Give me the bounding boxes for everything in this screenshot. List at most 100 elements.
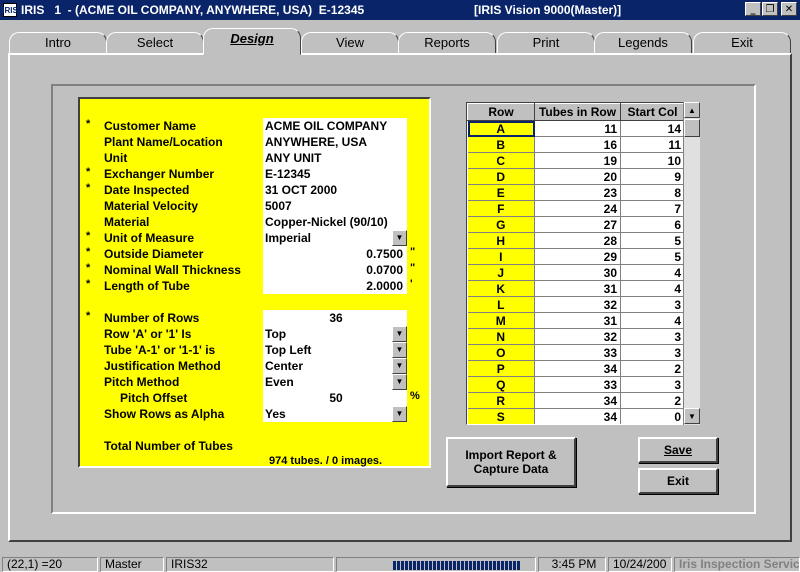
field-value[interactable]: Yes ▼ bbox=[263, 406, 407, 422]
close-button[interactable]: ✕ bbox=[781, 2, 797, 16]
grid-cell[interactable]: 23 bbox=[534, 184, 621, 201]
field-value[interactable]: Center ▼ bbox=[263, 358, 407, 374]
dropdown-arrow-icon[interactable]: ▼ bbox=[392, 326, 407, 342]
exit-button[interactable]: Exit bbox=[638, 468, 718, 494]
row-label-cell[interactable]: G bbox=[467, 216, 535, 233]
save-button[interactable]: Save bbox=[638, 437, 718, 463]
grid-cell[interactable]: 5 bbox=[620, 248, 685, 265]
grid-header[interactable]: Start Col bbox=[620, 103, 685, 121]
grid-cell[interactable]: 34 bbox=[534, 408, 621, 424]
field-value[interactable]: 31 OCT 2000 bbox=[263, 182, 407, 198]
field-value[interactable]: Top ▼ bbox=[263, 326, 407, 342]
row-label-cell[interactable]: N bbox=[467, 328, 535, 345]
grid-cell[interactable]: 7 bbox=[620, 200, 685, 217]
field-value[interactable]: 0.0700 bbox=[263, 262, 407, 278]
field-value[interactable]: Even ▼ bbox=[263, 374, 407, 390]
table-row[interactable]: L 32 3 bbox=[467, 296, 685, 313]
table-row[interactable]: K 31 4 bbox=[467, 280, 685, 297]
grid-cell[interactable]: 3 bbox=[620, 296, 685, 313]
import-report-button[interactable]: Import Report & Capture Data bbox=[446, 437, 576, 487]
row-label-cell[interactable]: O bbox=[467, 344, 535, 361]
app-icon[interactable]: IRIS bbox=[2, 3, 18, 17]
tab-select[interactable]: Select bbox=[106, 32, 204, 54]
grid-header[interactable]: Row bbox=[467, 103, 535, 121]
field-value[interactable]: 36 bbox=[263, 310, 407, 326]
dropdown-arrow-icon[interactable]: ▼ bbox=[392, 342, 407, 358]
grid-cell[interactable]: 31 bbox=[534, 280, 621, 297]
tab-reports[interactable]: Reports bbox=[398, 32, 496, 54]
tab-design[interactable]: Design bbox=[203, 28, 301, 55]
grid-cell[interactable]: 4 bbox=[620, 264, 685, 281]
dropdown-arrow-icon[interactable]: ▼ bbox=[392, 374, 407, 390]
row-label-cell[interactable]: J bbox=[467, 264, 535, 281]
grid-cell[interactable]: 24 bbox=[534, 200, 621, 217]
grid-cell[interactable]: 2 bbox=[620, 392, 685, 409]
row-label-cell[interactable]: C bbox=[467, 152, 535, 169]
table-row[interactable]: E 23 8 bbox=[467, 184, 685, 201]
field-value[interactable]: 5007 bbox=[263, 198, 407, 214]
table-row[interactable]: M 31 4 bbox=[467, 312, 685, 329]
grid-cell[interactable]: 32 bbox=[534, 296, 621, 313]
grid-cell[interactable]: 32 bbox=[534, 328, 621, 345]
dropdown-arrow-icon[interactable]: ▼ bbox=[392, 406, 407, 422]
table-row[interactable]: R 34 2 bbox=[467, 392, 685, 409]
grid-cell[interactable]: 28 bbox=[534, 232, 621, 249]
row-label-cell[interactable]: R bbox=[467, 392, 535, 409]
field-value[interactable]: ANY UNIT bbox=[263, 150, 407, 166]
row-label-cell[interactable]: E bbox=[467, 184, 535, 201]
grid-cell[interactable]: 34 bbox=[534, 392, 621, 409]
grid-cell[interactable]: 29 bbox=[534, 248, 621, 265]
tube-rows-grid[interactable]: Row Tubes in Row Start Col A 11 14 B 16 11 C 19 10 D… bbox=[466, 102, 700, 425]
grid-cell[interactable]: 11 bbox=[534, 120, 621, 137]
row-label-cell[interactable]: F bbox=[467, 200, 535, 217]
field-value[interactable]: Imperial ▼ bbox=[263, 230, 407, 246]
table-row[interactable]: J 30 4 bbox=[467, 264, 685, 281]
minimize-button[interactable]: _ bbox=[745, 2, 761, 16]
grid-cell[interactable]: 34 bbox=[534, 360, 621, 377]
table-row[interactable]: N 32 3 bbox=[467, 328, 685, 345]
table-row[interactable]: B 16 11 bbox=[467, 136, 685, 153]
row-label-cell[interactable]: P bbox=[467, 360, 535, 377]
field-value[interactable]: 50 bbox=[263, 390, 407, 406]
row-label-cell[interactable]: M bbox=[467, 312, 535, 329]
grid-cell[interactable]: 0 bbox=[620, 408, 685, 424]
table-row[interactable]: P 34 2 bbox=[467, 360, 685, 377]
scroll-down-arrow-icon[interactable]: ▼ bbox=[684, 408, 700, 424]
grid-cell[interactable]: 19 bbox=[534, 152, 621, 169]
grid-cell[interactable]: 31 bbox=[534, 312, 621, 329]
field-value[interactable]: ACME OIL COMPANY bbox=[263, 118, 407, 134]
table-row[interactable]: H 28 5 bbox=[467, 232, 685, 249]
grid-cell[interactable]: 8 bbox=[620, 184, 685, 201]
grid-cell[interactable]: 4 bbox=[620, 280, 685, 297]
tab-intro[interactable]: Intro bbox=[9, 32, 107, 54]
grid-cell[interactable]: 5 bbox=[620, 232, 685, 249]
table-row[interactable]: G 27 6 bbox=[467, 216, 685, 233]
table-row[interactable]: S 34 0 bbox=[467, 408, 685, 424]
grid-cell[interactable]: 3 bbox=[620, 344, 685, 361]
dropdown-arrow-icon[interactable]: ▼ bbox=[392, 358, 407, 374]
tab-view[interactable]: View bbox=[301, 32, 399, 54]
row-label-cell[interactable]: S bbox=[467, 408, 535, 424]
table-row[interactable]: O 33 3 bbox=[467, 344, 685, 361]
table-row[interactable]: D 20 9 bbox=[467, 168, 685, 185]
grid-cell[interactable]: 33 bbox=[534, 344, 621, 361]
table-row[interactable]: F 24 7 bbox=[467, 200, 685, 217]
row-label-cell[interactable]: B bbox=[467, 136, 535, 153]
grid-scrollbar[interactable]: ▲ ▼ bbox=[683, 102, 700, 425]
table-row[interactable]: C 19 10 bbox=[467, 152, 685, 169]
grid-cell[interactable]: 6 bbox=[620, 216, 685, 233]
grid-cell[interactable]: 20 bbox=[534, 168, 621, 185]
field-value[interactable]: Top Left ▼ bbox=[263, 342, 407, 358]
row-label-cell[interactable]: K bbox=[467, 280, 535, 297]
row-label-cell[interactable]: Q bbox=[467, 376, 535, 393]
grid-cell[interactable]: 11 bbox=[620, 136, 685, 153]
grid-cell[interactable]: 3 bbox=[620, 376, 685, 393]
row-label-cell[interactable]: A bbox=[467, 120, 535, 137]
row-label-cell[interactable]: I bbox=[467, 248, 535, 265]
grid-cell[interactable]: 3 bbox=[620, 328, 685, 345]
scroll-thumb[interactable] bbox=[684, 119, 700, 137]
table-row[interactable]: I 29 5 bbox=[467, 248, 685, 265]
grid-cell[interactable]: 16 bbox=[534, 136, 621, 153]
row-label-cell[interactable]: D bbox=[467, 168, 535, 185]
field-value[interactable]: 0.7500 bbox=[263, 246, 407, 262]
